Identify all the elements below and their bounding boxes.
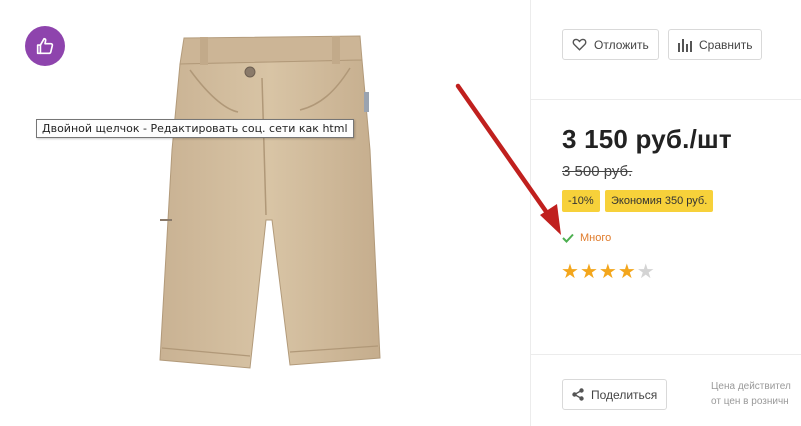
product-image-shorts[interactable] xyxy=(150,30,390,375)
price-disclaimer: Цена действител от цен в розничн xyxy=(711,379,791,409)
star-icon[interactable]: ★ xyxy=(561,261,579,281)
bar-chart-icon xyxy=(678,38,692,52)
compare-label: Сравнить xyxy=(699,37,753,52)
star-icon[interactable]: ★ xyxy=(637,261,655,281)
divider xyxy=(531,99,801,100)
old-price: 3 500 руб. xyxy=(562,163,633,180)
rating-stars[interactable]: ★ ★ ★ ★ ★ xyxy=(561,261,656,281)
product-info-panel: Отложить Сравнить 3 150 руб./шт 3 500 ру… xyxy=(530,0,801,426)
price-disclaimer-line: от цен в розничн xyxy=(711,396,789,407)
price-disclaimer-line: Цена действител xyxy=(711,381,791,392)
thumbs-up-icon xyxy=(36,37,54,55)
divider xyxy=(531,354,801,355)
compare-button[interactable]: Сравнить xyxy=(668,29,763,60)
check-icon xyxy=(562,233,574,243)
share-label: Поделиться xyxy=(591,387,658,402)
savings-badge: Экономия 350 руб. xyxy=(605,190,714,212)
share-button[interactable]: Поделиться xyxy=(562,379,668,410)
edit-social-tooltip: Двойной щелчок - Редактировать соц. сети… xyxy=(36,119,354,138)
star-icon[interactable]: ★ xyxy=(580,261,598,281)
product-gallery: Двойной щелчок - Редактировать соц. сети… xyxy=(0,0,530,426)
current-price: 3 150 руб./шт xyxy=(562,124,732,154)
share-icon xyxy=(572,388,584,401)
social-edit-badge[interactable] xyxy=(25,26,65,66)
star-icon[interactable]: ★ xyxy=(618,261,636,281)
star-icon[interactable]: ★ xyxy=(599,261,617,281)
heart-icon xyxy=(572,38,587,51)
stock-label: Много xyxy=(580,232,612,244)
discount-badge: -10% xyxy=(562,190,600,212)
stock-status: Много xyxy=(562,232,611,244)
wishlist-button[interactable]: Отложить xyxy=(562,29,659,60)
wishlist-label: Отложить xyxy=(594,37,649,52)
